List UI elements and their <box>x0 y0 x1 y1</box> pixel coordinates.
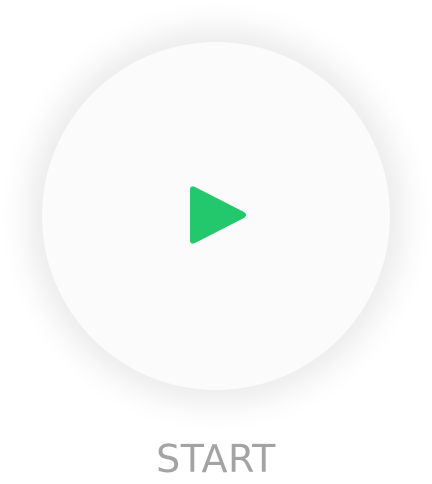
start-label[interactable]: START <box>0 440 432 478</box>
play-icon <box>190 186 246 244</box>
start-button[interactable] <box>42 42 390 390</box>
start-screen: START <box>0 0 432 484</box>
